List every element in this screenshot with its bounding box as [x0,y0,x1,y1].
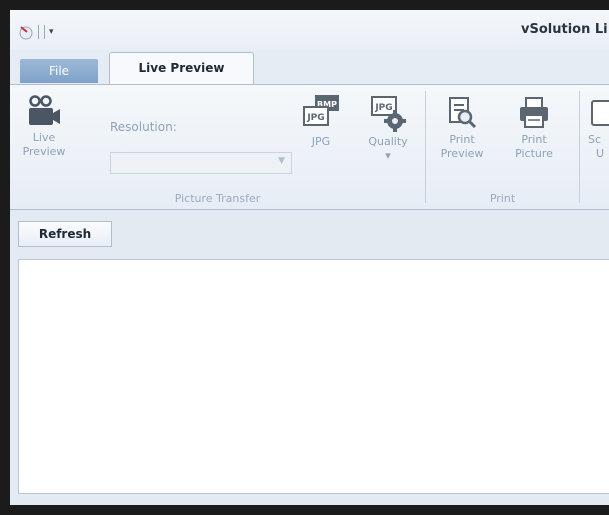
quality-button[interactable]: JPG Quality ▾ [360,93,416,163]
refresh-button[interactable]: Refresh [18,221,112,247]
chevron-down-icon: ▼ [278,156,285,166]
group-divider [579,91,580,203]
print-preview-button[interactable]: Print Preview [432,95,492,161]
print-preview-label-line1: Print [449,133,475,146]
svg-text:JPG: JPG [374,103,392,113]
partial-button-label-line2: U [596,147,605,160]
live-preview-label-line1: Live [32,131,56,144]
customize-toolbar-chevron-icon[interactable]: ▾ [49,27,54,37]
print-preview-label-line2: Preview [440,147,484,160]
live-preview-label-line2: Preview [22,145,66,158]
tab-file[interactable]: File [20,59,98,83]
app-logo-icon [19,26,33,40]
picture-transfer-group: Live Preview Resolution: ▼ BMP JPG JPG J… [10,85,425,209]
main-content: Refresh [10,210,609,505]
quick-access-toolbar: ▾ [18,22,54,42]
print-group-label: Print [489,192,516,205]
video-camera-icon [29,95,60,125]
partial-button-icon [591,100,609,126]
jpg-label: JPG [311,135,331,148]
jpg-quality-gear-icon: JPG [371,96,406,132]
resolution-select[interactable]: ▼ [110,152,292,174]
toolbar-separator [38,25,45,39]
quality-label: Quality [368,135,408,148]
live-preview-button[interactable]: Live Preview [14,95,74,159]
print-picture-label-line2: Picture [515,147,553,160]
title-bar: ▾ vSolution Li [10,10,609,50]
window-title: vSolution Li [521,22,608,37]
ribbon: Live Preview Resolution: ▼ BMP JPG JPG J… [10,84,609,210]
print-preview-icon [449,97,477,129]
print-picture-button[interactable]: Print Picture [504,95,564,161]
bmp-to-jpg-icon: BMP JPG [303,95,339,126]
ribbon-tabs: File Live Preview [10,50,609,85]
partial-ribbon-button[interactable]: Sc U [588,95,609,161]
tab-live-preview[interactable]: Live Preview [109,52,254,85]
print-group: Print Preview Print Picture Print [426,85,579,209]
picture-transfer-group-label: Picture Transfer [174,192,261,205]
partial-button-label-line1: Sc [588,133,602,146]
resolution-label: Resolution: [110,120,177,134]
print-picture-label-line1: Print [521,133,547,146]
printer-icon [520,97,548,128]
live-preview-area [18,259,609,494]
svg-text:JPG: JPG [306,113,324,123]
app-window: ▾ vSolution Li File Live Preview Live Pr… [10,10,609,505]
quality-dropdown-arrow: ▾ [385,149,391,162]
jpg-button[interactable]: BMP JPG JPG [296,93,346,149]
